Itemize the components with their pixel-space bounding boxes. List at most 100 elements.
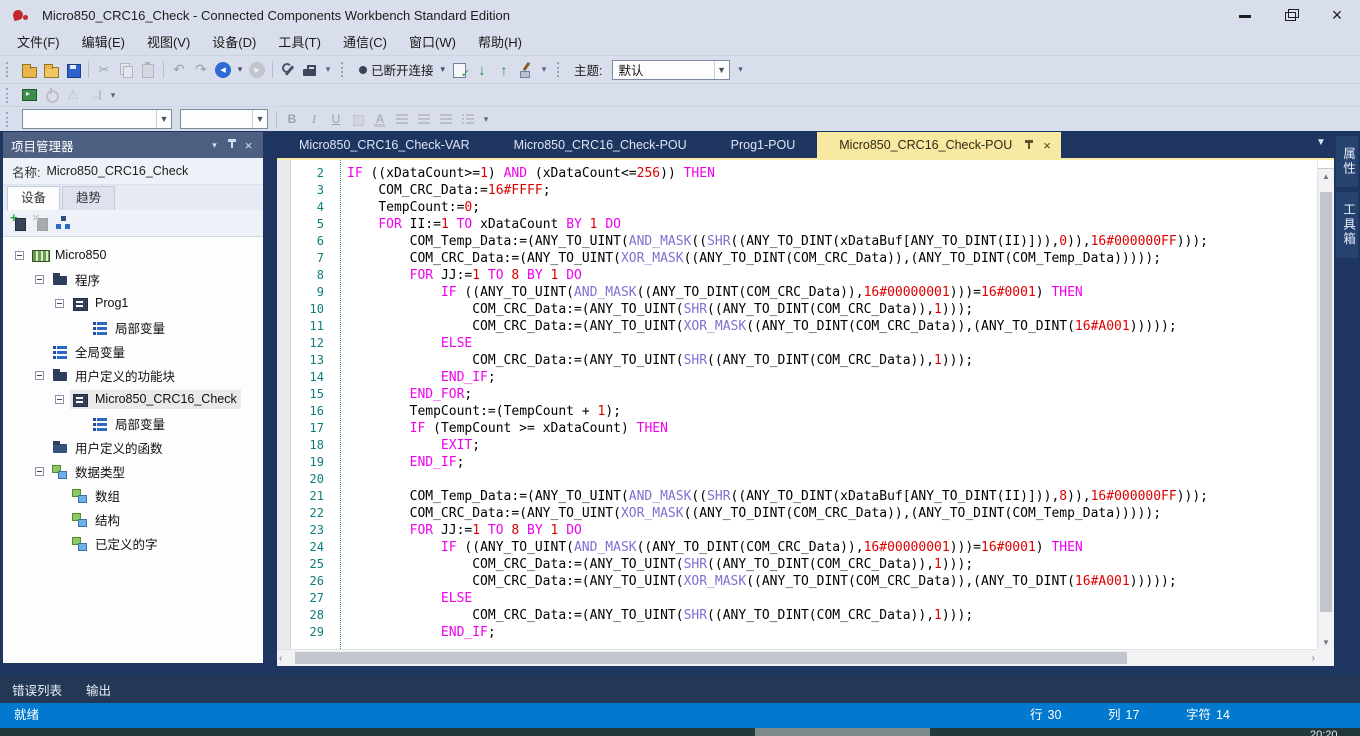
close-button[interactable] — [1314, 0, 1360, 30]
menu-item[interactable]: 窗口(W) — [398, 30, 467, 55]
tree-item[interactable]: Micro850 — [3, 243, 263, 267]
menu-item[interactable]: 设备(D) — [201, 30, 267, 55]
window-menu-icon[interactable] — [206, 137, 223, 154]
taskbar-app-button[interactable] — [755, 728, 930, 736]
font-combobox[interactable]: ▼ — [22, 109, 172, 129]
document-tab[interactable]: Prog1-POU — [709, 132, 818, 158]
toolbar-icon[interactable] — [19, 85, 39, 105]
tree-item[interactable]: 全局变量 — [3, 339, 263, 363]
panel-tool-icon[interactable] — [54, 213, 74, 233]
toolbar-icon[interactable] — [213, 60, 233, 80]
document-tab[interactable]: Micro850_CRC16_Check-POU × — [817, 132, 1061, 158]
vertical-scrollbar[interactable]: ▲ ▼ — [1317, 160, 1334, 649]
menu-item[interactable]: 编辑(E) — [71, 30, 136, 55]
toolbar-icon[interactable] — [107, 85, 119, 105]
code-line[interactable]: 2IF ((xDataCount>=1) AND (xDataCount<=25… — [292, 165, 1316, 182]
font-size-combobox[interactable]: ▼ — [180, 109, 268, 129]
expander-icon[interactable] — [35, 467, 44, 476]
tree-item[interactable]: 用户定义的函数 — [3, 435, 263, 459]
code-line[interactable]: 15 END_FOR; — [292, 386, 1316, 403]
scroll-up-icon[interactable]: ▲ — [1318, 169, 1334, 184]
bottom-panel-tab[interactable]: 输出 — [86, 680, 111, 699]
expander-icon[interactable] — [35, 371, 44, 380]
code-line[interactable]: 20 — [292, 471, 1316, 488]
side-tab[interactable]: 工具箱 — [1336, 192, 1358, 258]
toolbar-icon[interactable] — [300, 60, 320, 80]
toolbar-icon[interactable] — [235, 60, 245, 80]
toolbar-icon[interactable] — [450, 60, 470, 80]
code-line[interactable]: 28 COM_CRC_Data:=(ANY_TO_UINT(SHR((ANY_T… — [292, 607, 1316, 624]
toolbar-icon[interactable] — [472, 60, 492, 80]
toolbar-icon[interactable] — [278, 60, 298, 80]
toolbar-icon[interactable] — [494, 60, 514, 80]
panel-tab[interactable]: 设备 — [7, 186, 60, 210]
menu-item[interactable]: 视图(V) — [136, 30, 201, 55]
horizontal-scrollbar[interactable]: ‹ › — [277, 649, 1317, 666]
tree-item[interactable]: 用户定义的功能块 — [3, 363, 263, 387]
scroll-right-icon[interactable]: › — [1301, 650, 1315, 666]
minimize-button[interactable] — [1222, 0, 1268, 30]
chevron-down-icon[interactable]: ▼ — [252, 110, 267, 128]
code-line[interactable]: 16 TempCount:=(TempCount + 1); — [292, 403, 1316, 420]
menu-item[interactable]: 工具(T) — [267, 30, 332, 55]
theme-combobox[interactable]: 默认 ▼ — [612, 60, 730, 80]
expander-icon[interactable] — [15, 251, 24, 260]
connection-dropdown-icon[interactable]: ▾ — [441, 64, 446, 75]
tree-item[interactable]: 程序 — [3, 267, 263, 291]
code-line[interactable]: 6 COM_Temp_Data:=(ANY_TO_UINT(AND_MASK((… — [292, 233, 1316, 250]
code-line[interactable]: 10 COM_CRC_Data:=(ANY_TO_UINT(SHR((ANY_T… — [292, 301, 1316, 318]
code-line[interactable]: 27 ELSE — [292, 590, 1316, 607]
expander-icon[interactable] — [55, 395, 64, 404]
code-line[interactable]: 18 EXIT; — [292, 437, 1316, 454]
expander-icon[interactable] — [55, 299, 64, 308]
code-line[interactable]: 9 IF ((ANY_TO_UINT(AND_MASK((ANY_TO_DINT… — [292, 284, 1316, 301]
code-line[interactable]: 17 IF (TempCount >= xDataCount) THEN — [292, 420, 1316, 437]
toolbar-icon[interactable] — [63, 60, 83, 80]
toolbar-icon[interactable] — [516, 60, 536, 80]
tree-item[interactable]: Prog1 — [3, 291, 263, 315]
code-line[interactable]: 29 END_IF; — [292, 624, 1316, 641]
code-line[interactable]: 19 END_IF; — [292, 454, 1316, 471]
tree-item[interactable]: 数据类型 — [3, 459, 263, 483]
document-tab[interactable]: Micro850_CRC16_Check-POU — [492, 132, 709, 158]
toolbar-icon[interactable] — [41, 60, 61, 80]
expander-icon[interactable] — [35, 275, 44, 284]
pin-icon[interactable] — [223, 137, 240, 154]
toolbar-icon[interactable] — [322, 60, 334, 80]
code-line[interactable]: 25 COM_CRC_Data:=(ANY_TO_UINT(SHR((ANY_T… — [292, 556, 1316, 573]
code-line[interactable]: 8 FOR JJ:=1 TO 8 BY 1 DO — [292, 267, 1316, 284]
code-line[interactable]: 21 COM_Temp_Data:=(ANY_TO_UINT(AND_MASK(… — [292, 488, 1316, 505]
pin-icon[interactable] — [1022, 139, 1035, 152]
code-line[interactable]: 13 COM_CRC_Data:=(ANY_TO_UINT(SHR((ANY_T… — [292, 352, 1316, 369]
toolbar-grip[interactable] — [6, 62, 13, 77]
code-line[interactable]: 4 TempCount:=0; — [292, 199, 1316, 216]
code-line[interactable]: 22 COM_CRC_Data:=(ANY_TO_UINT(XOR_MASK((… — [292, 505, 1316, 522]
st-code-editor[interactable]: 2IF ((xDataCount>=1) AND (xDataCount<=25… — [277, 160, 1334, 666]
code-line[interactable]: 23 FOR JJ:=1 TO 8 BY 1 DO — [292, 522, 1316, 539]
document-tab[interactable]: Micro850_CRC16_Check-VAR — [277, 132, 492, 158]
scroll-left-icon[interactable]: ‹ — [279, 650, 293, 666]
splitter-handle[interactable] — [1318, 160, 1334, 169]
scroll-down-icon[interactable]: ▼ — [1318, 638, 1334, 647]
horizontal-scroll-thumb[interactable] — [295, 652, 1127, 664]
tree-item[interactable]: Micro850_CRC16_Check — [3, 387, 263, 411]
menu-item[interactable]: 帮助(H) — [467, 30, 533, 55]
tree-item[interactable]: 数组 — [3, 483, 263, 507]
chevron-down-icon[interactable]: ▼ — [156, 110, 171, 128]
menu-item[interactable]: 文件(F) — [6, 30, 71, 55]
overflow-icon[interactable] — [735, 60, 747, 80]
panel-tool-icon[interactable] — [10, 213, 30, 233]
toolbar-grip[interactable] — [557, 62, 564, 77]
restore-button[interactable] — [1268, 0, 1314, 30]
toolbar-grip[interactable] — [6, 88, 13, 103]
close-icon[interactable] — [240, 137, 257, 154]
side-tab[interactable]: 属性 — [1336, 136, 1358, 187]
code-line[interactable]: 11 COM_CRC_Data:=(ANY_TO_UINT(XOR_MASK((… — [292, 318, 1316, 335]
tree-item[interactable]: 已定义的字 — [3, 531, 263, 555]
toolbar-grip[interactable] — [6, 112, 13, 127]
code-area[interactable]: 2IF ((xDataCount>=1) AND (xDataCount<=25… — [292, 165, 1316, 649]
connection-status[interactable]: 已断开连接 — [371, 60, 434, 79]
menu-item[interactable]: 通信(C) — [332, 30, 398, 55]
tree-item[interactable]: 结构 — [3, 507, 263, 531]
toolbar-icon[interactable] — [480, 109, 492, 129]
